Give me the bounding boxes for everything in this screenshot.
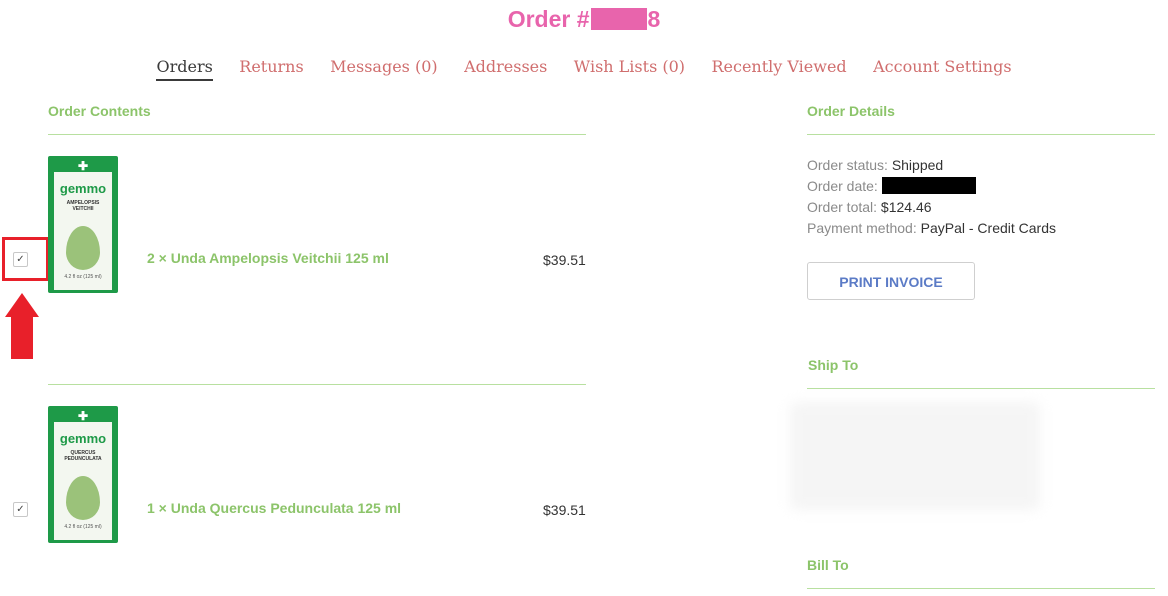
product-label-name: QUERCUS PEDUNCULATA <box>64 450 102 462</box>
nav-orders[interactable]: Orders <box>156 56 213 81</box>
order-total-value: $124.46 <box>880 199 932 215</box>
order-details-heading: Order Details <box>807 103 895 119</box>
bill-to-divider <box>807 588 1155 589</box>
payment-method-label: Payment method: <box>807 220 917 236</box>
product-brand: gemmo <box>59 181 107 196</box>
check-icon: ✓ <box>16 504 25 515</box>
cross-icon: ✚ <box>77 159 89 173</box>
order-date-label: Order date: <box>807 178 878 194</box>
item-checkbox-1[interactable]: ✓ <box>13 252 28 267</box>
red-arrow-icon <box>5 293 39 317</box>
cross-icon: ✚ <box>77 409 89 423</box>
ship-to-heading: Ship To <box>808 357 859 373</box>
order-details-divider <box>807 134 1155 135</box>
nav-addresses[interactable]: Addresses <box>464 56 547 78</box>
product-brand: gemmo <box>59 431 107 446</box>
nav-returns[interactable]: Returns <box>239 56 303 78</box>
item-price-2: $39.51 <box>543 502 586 518</box>
drop-icon <box>66 226 100 270</box>
item-price-1: $39.51 <box>543 252 586 268</box>
order-date-row: Order date: <box>807 176 976 197</box>
product-volume: 4.2 fl oz (125 ml) <box>64 524 102 530</box>
nav-recently-viewed[interactable]: Recently Viewed <box>711 56 846 78</box>
page-title: Order # 8 <box>0 4 1168 34</box>
item-checkbox-2[interactable]: ✓ <box>13 502 28 517</box>
check-icon: ✓ <box>16 254 25 265</box>
bill-to-heading: Bill To <box>807 557 849 573</box>
print-invoice-button[interactable]: PRINT INVOICE <box>807 262 975 300</box>
item-divider <box>48 384 586 385</box>
order-total-row: Order total: $124.46 <box>807 197 932 218</box>
nav-wish-lists[interactable]: Wish Lists (0) <box>574 56 685 78</box>
order-title-suffix: 8 <box>647 6 661 32</box>
product-volume: 4.2 fl oz (125 ml) <box>64 274 102 280</box>
ship-to-divider <box>807 388 1155 389</box>
nav-messages[interactable]: Messages (0) <box>330 56 437 78</box>
order-status-row: Order status: Shipped <box>807 155 943 176</box>
order-title-prefix: Order # <box>507 6 590 32</box>
order-total-label: Order total: <box>807 199 878 215</box>
red-arrow-shaft <box>11 316 33 359</box>
order-contents-heading: Order Contents <box>48 103 151 119</box>
blurred-ship-address <box>790 402 1040 510</box>
order-status-value: Shipped <box>891 157 944 173</box>
product-image-2[interactable]: ✚ gemmo QUERCUS PEDUNCULATA 4.2 fl oz (1… <box>48 406 118 543</box>
redacted-order-number <box>590 8 647 30</box>
account-nav: Orders Returns Messages (0) Addresses Wi… <box>0 56 1168 81</box>
product-image-1[interactable]: ✚ gemmo AMPELOPSIS VEITCHII 4.2 fl oz (1… <box>48 156 118 293</box>
redacted-order-date <box>881 177 976 194</box>
nav-account-settings[interactable]: Account Settings <box>873 56 1011 78</box>
drop-icon <box>66 476 100 520</box>
order-contents-divider <box>48 134 586 135</box>
item-name-1[interactable]: 2 × Unda Ampelopsis Veitchii 125 ml <box>147 249 389 267</box>
product-label-name: AMPELOPSIS VEITCHII <box>66 200 100 212</box>
order-status-label: Order status: <box>807 157 888 173</box>
payment-method-value: PayPal - Credit Cards <box>920 220 1057 236</box>
item-name-2[interactable]: 1 × Unda Quercus Pedunculata 125 ml <box>147 499 401 517</box>
payment-method-row: Payment method: PayPal - Credit Cards <box>807 218 1056 239</box>
